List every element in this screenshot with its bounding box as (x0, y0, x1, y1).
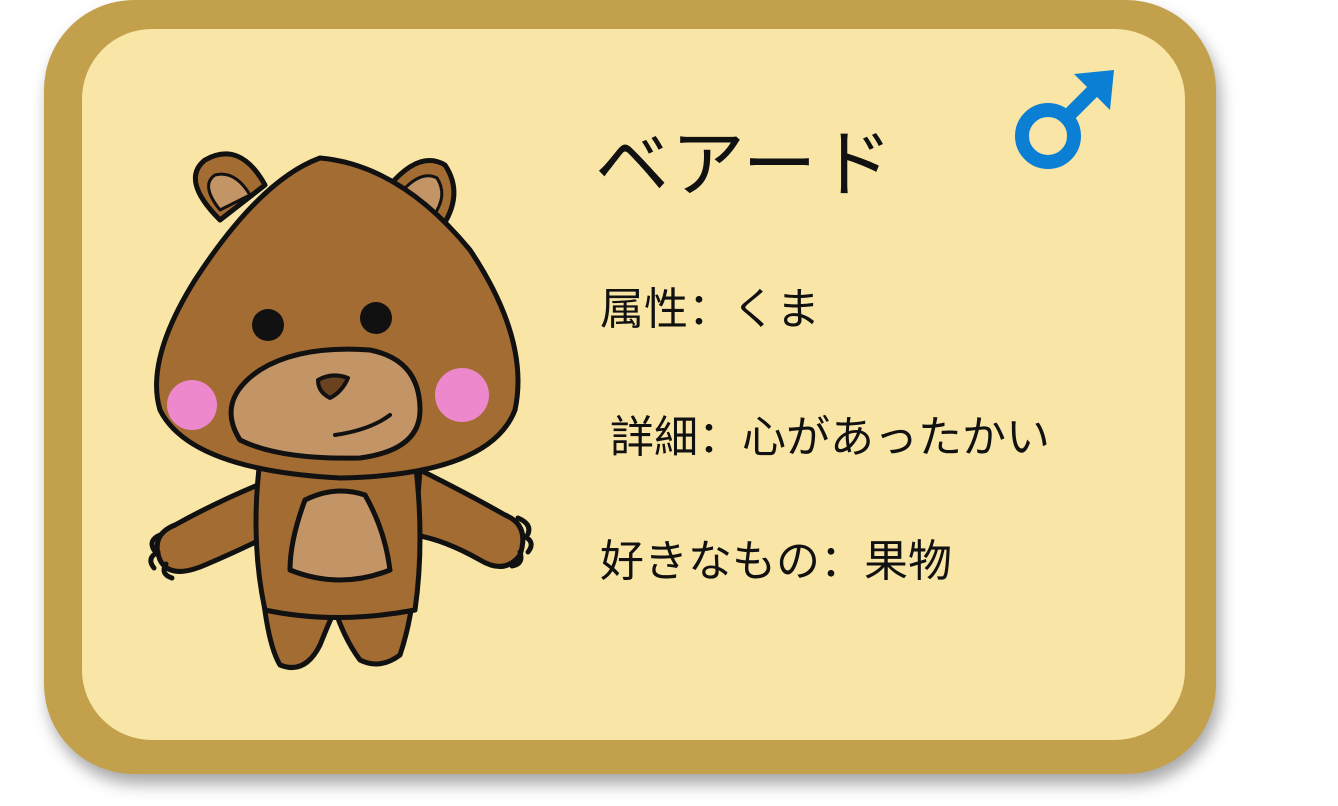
attribute-text: 属性：くま (600, 284, 820, 335)
male-symbol-icon (1015, 70, 1114, 169)
detail-text: 詳細：心があったかい (610, 412, 1050, 463)
character-name: ベアード (595, 122, 895, 208)
likes-text: 好きなもの：果物 (600, 536, 952, 587)
bear-illustration (148, 151, 534, 670)
